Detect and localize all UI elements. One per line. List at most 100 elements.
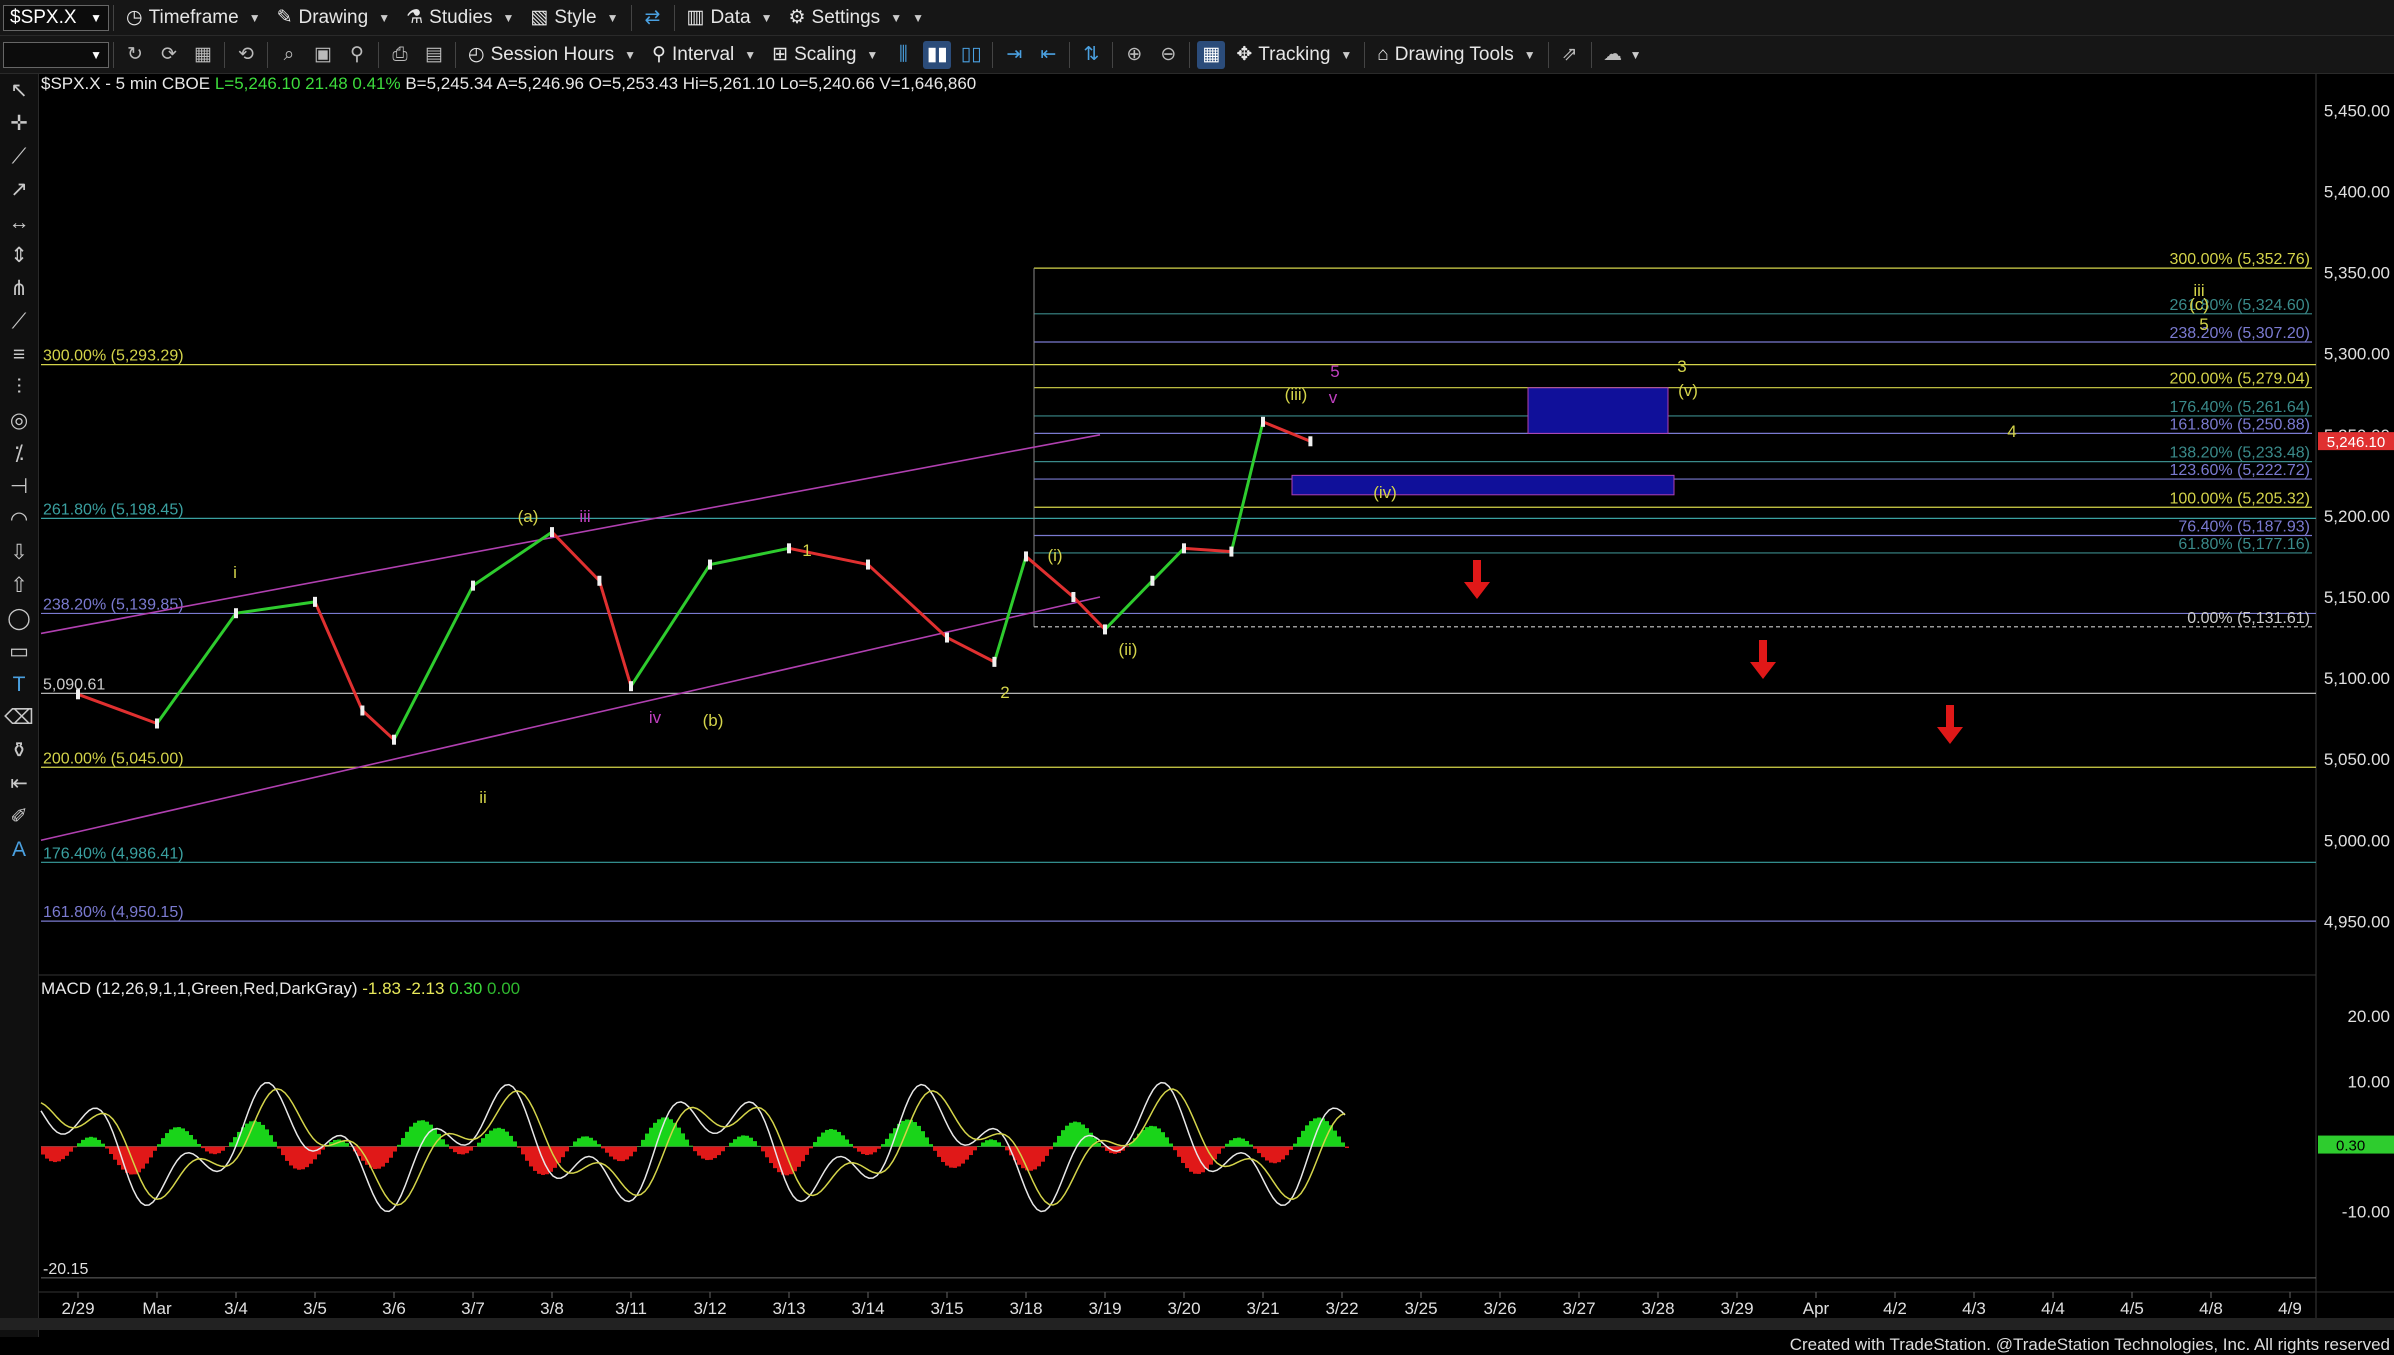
macd-histogram-bar	[1273, 1147, 1277, 1164]
macd-histogram-bar	[521, 1147, 525, 1155]
macd-histogram-bar	[917, 1126, 921, 1147]
macd-histogram-bar	[277, 1147, 281, 1149]
macd-histogram-bar	[633, 1147, 637, 1152]
macd-histogram-bar	[381, 1147, 385, 1167]
macd-histogram-bar	[737, 1137, 741, 1147]
macd-histogram-bar	[601, 1147, 605, 1149]
macd-histogram-bar	[1181, 1147, 1185, 1163]
macd-histogram-bar	[717, 1147, 721, 1156]
macd-histogram-bar	[137, 1147, 141, 1173]
macd-histogram-bar	[497, 1128, 501, 1147]
macd-histogram-bar	[1053, 1142, 1057, 1146]
macd-histogram-bar	[641, 1140, 645, 1147]
price-bar	[1150, 576, 1154, 586]
wave-label: (ii)	[1119, 640, 1138, 659]
macd-histogram-bar	[881, 1144, 885, 1146]
wave-label: (a)	[518, 507, 539, 526]
price-chart[interactable]: 300.00% (5,293.29)261.80% (5,198.45)238.…	[0, 0, 2394, 1353]
time-tick-label: 3/19	[1088, 1299, 1121, 1318]
macd-histogram-bar	[1045, 1147, 1049, 1156]
wave-label: (iv)	[1373, 483, 1397, 502]
time-tick-label: 3/14	[851, 1299, 884, 1318]
macd-histogram-bar	[377, 1147, 381, 1169]
macd-histogram-bar	[817, 1137, 821, 1147]
macd-histogram-bar	[757, 1146, 761, 1147]
price-bar	[1308, 436, 1312, 446]
macd-histogram-bar	[1169, 1144, 1173, 1147]
fib-extension-label: 138.20% (5,233.48)	[2169, 445, 2310, 462]
macd-histogram-bar	[401, 1138, 405, 1146]
macd-histogram-bar	[1033, 1147, 1037, 1170]
macd-histogram-bar	[177, 1127, 181, 1146]
wave-label: 4	[2007, 422, 2016, 441]
macd-histogram-bar	[485, 1134, 489, 1147]
macd-histogram-bar	[105, 1147, 109, 1149]
macd-histogram-bar	[1041, 1147, 1045, 1162]
macd-histogram-bar	[73, 1147, 77, 1148]
macd-histogram-bar	[849, 1144, 853, 1147]
macd-histogram-bar	[489, 1131, 493, 1147]
wave-label: v	[1329, 388, 1338, 407]
price-segment	[994, 556, 1026, 661]
red-arrow-down-icon	[1937, 705, 1963, 744]
macd-histogram-bar	[693, 1147, 697, 1152]
macd-histogram-bar	[109, 1147, 113, 1154]
macd-histogram-bar	[837, 1132, 841, 1147]
macd-histogram-bar	[1213, 1147, 1217, 1160]
price-tick-label: 5,100.00	[2324, 669, 2390, 688]
price-bar	[708, 560, 712, 570]
macd-histogram-bar	[793, 1147, 797, 1172]
macd-histogram-bar	[517, 1147, 521, 1148]
macd-histogram-bar	[1173, 1147, 1177, 1151]
macd-histogram-bar	[833, 1130, 837, 1147]
macd-histogram-bar	[745, 1136, 749, 1147]
macd-histogram-bar	[301, 1147, 305, 1170]
time-tick-label: 4/9	[2278, 1299, 2302, 1318]
time-tick-label: 4/5	[2120, 1299, 2144, 1318]
macd-histogram-bar	[409, 1127, 413, 1147]
wave-label: 3	[1677, 357, 1686, 376]
macd-histogram-bar	[149, 1147, 153, 1158]
macd-histogram-bar	[1253, 1147, 1257, 1149]
macd-histogram-bar	[525, 1147, 529, 1161]
macd-histogram-bar	[1073, 1122, 1077, 1147]
macd-histogram-bar	[529, 1147, 533, 1167]
macd-histogram-bar	[297, 1147, 301, 1170]
macd-histogram-bar	[1249, 1145, 1253, 1147]
macd-histogram-bar	[561, 1147, 565, 1158]
macd-histogram-bar	[557, 1147, 561, 1163]
macd-histogram-bar	[1341, 1142, 1345, 1146]
macd-histogram-bar	[269, 1135, 273, 1146]
price-tick-label: 4,950.00	[2324, 912, 2390, 931]
macd-histogram-bar	[1101, 1147, 1105, 1148]
macd-histogram-bar	[589, 1138, 593, 1147]
time-tick-label: Mar	[142, 1299, 172, 1318]
fib-level-label: 200.00% (5,045.00)	[43, 750, 184, 767]
macd-histogram-bar	[941, 1147, 945, 1162]
macd-histogram-bar	[617, 1147, 621, 1162]
wave-label: (c)	[2189, 295, 2209, 314]
macd-tick-label: -10.00	[2342, 1203, 2390, 1222]
macd-histogram-bar	[649, 1128, 653, 1147]
macd-histogram-bar	[45, 1147, 49, 1159]
macd-histogram-bar	[1097, 1143, 1101, 1147]
macd-histogram-bar	[697, 1147, 701, 1156]
macd-histogram-bar	[429, 1125, 433, 1147]
macd-histogram-bar	[261, 1125, 265, 1147]
macd-histogram-bar	[1241, 1139, 1245, 1147]
macd-histogram-bar	[937, 1147, 941, 1157]
macd-histogram-bar	[1069, 1123, 1073, 1147]
fib-level-label: 300.00% (5,293.29)	[43, 348, 184, 365]
macd-histogram-bar	[285, 1147, 289, 1161]
fib-level-label: 261.80% (5,198.45)	[43, 501, 184, 518]
price-tick-label: 5,200.00	[2324, 507, 2390, 526]
price-bar	[866, 560, 870, 570]
macd-histogram-bar	[961, 1147, 965, 1164]
price-bar	[992, 657, 996, 667]
macd-histogram-bar	[829, 1129, 833, 1147]
macd-histogram-bar	[609, 1147, 613, 1157]
macd-histogram-bar	[945, 1147, 949, 1166]
time-tick-label: 3/26	[1483, 1299, 1516, 1318]
macd-histogram-bar	[293, 1147, 297, 1169]
macd-histogram-bar	[877, 1147, 881, 1149]
